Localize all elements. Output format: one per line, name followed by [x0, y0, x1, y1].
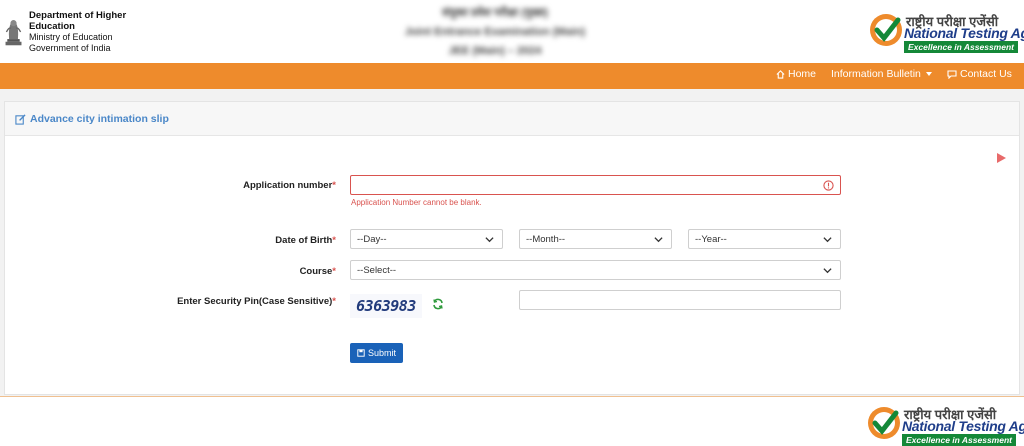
- exam-title: संयुक्त प्रवेश परीक्षा (मुख्य) Joint Ent…: [404, 7, 586, 57]
- dob-year-select[interactable]: --Year--: [688, 229, 841, 249]
- nta-tagline: Excellence in Assessment: [904, 41, 1018, 53]
- nta-logo-block[interactable]: राष्ट्रीय परीक्षा एजेंसी National Testin…: [868, 12, 1024, 54]
- save-icon: [357, 349, 365, 357]
- submit-button[interactable]: Submit: [350, 343, 403, 363]
- footer-nta-logo-block: राष्ट्रीय परीक्षा एजेंसी National Testin…: [866, 405, 1024, 446]
- course-label: Course*: [299, 266, 336, 277]
- course-select[interactable]: --Select--: [350, 260, 841, 280]
- ministry-name: Ministry of Education: [29, 32, 113, 42]
- nta-logo-icon: [870, 14, 902, 46]
- department-name: Department of Higher Education: [29, 10, 127, 32]
- error-icon: [823, 180, 834, 191]
- government-name: Government of India: [29, 43, 111, 53]
- play-arrow-icon[interactable]: [995, 152, 1007, 164]
- nta-logo-icon: [868, 407, 900, 439]
- security-pin-label: Enter Security Pin(Case Sensitive)*: [177, 296, 336, 307]
- application-number-input[interactable]: [350, 175, 841, 195]
- chevron-down-icon: [654, 237, 663, 243]
- chat-icon: [947, 69, 957, 79]
- nta-english-name: National Testing Agency: [904, 25, 1024, 41]
- chevron-down-icon: [823, 237, 832, 243]
- form-card: Advance city intimation slip: [4, 101, 1020, 395]
- nav-information-bulletin[interactable]: Information Bulletin: [831, 68, 932, 80]
- edit-icon: [15, 113, 26, 125]
- application-number-label: Application number*: [243, 180, 336, 191]
- dob-day-select[interactable]: --Day--: [350, 229, 503, 249]
- nta-tagline: Excellence in Assessment: [902, 434, 1016, 446]
- chevron-down-icon: [823, 268, 832, 274]
- nta-english-name: National Testing Agency: [902, 418, 1024, 434]
- date-of-birth-label: Date of Birth*: [275, 235, 336, 246]
- nav-home[interactable]: Home: [776, 68, 816, 80]
- chevron-down-icon: [485, 237, 494, 243]
- department-block: Department of Higher Education Ministry …: [2, 10, 158, 53]
- page-footer: राष्ट्रीय परीक्षा एजेंसी National Testin…: [0, 396, 1024, 446]
- national-emblem-icon: [5, 20, 22, 46]
- application-number-error: Application Number cannot be blank.: [351, 198, 482, 207]
- captcha-image: 6363983: [350, 294, 422, 318]
- chevron-down-icon: [925, 72, 932, 76]
- page-header: Department of Higher Education Ministry …: [0, 0, 1024, 63]
- dob-month-select[interactable]: --Month--: [519, 229, 672, 249]
- card-title: Advance city intimation slip: [15, 113, 169, 125]
- card-header: Advance city intimation slip: [5, 102, 1019, 136]
- main-nav: Home Information Bulletin Contact Us: [0, 63, 1024, 89]
- nav-contact-us[interactable]: Contact Us: [947, 68, 1012, 80]
- home-icon: [776, 69, 785, 79]
- refresh-icon[interactable]: [432, 298, 444, 310]
- security-pin-input[interactable]: [519, 290, 841, 310]
